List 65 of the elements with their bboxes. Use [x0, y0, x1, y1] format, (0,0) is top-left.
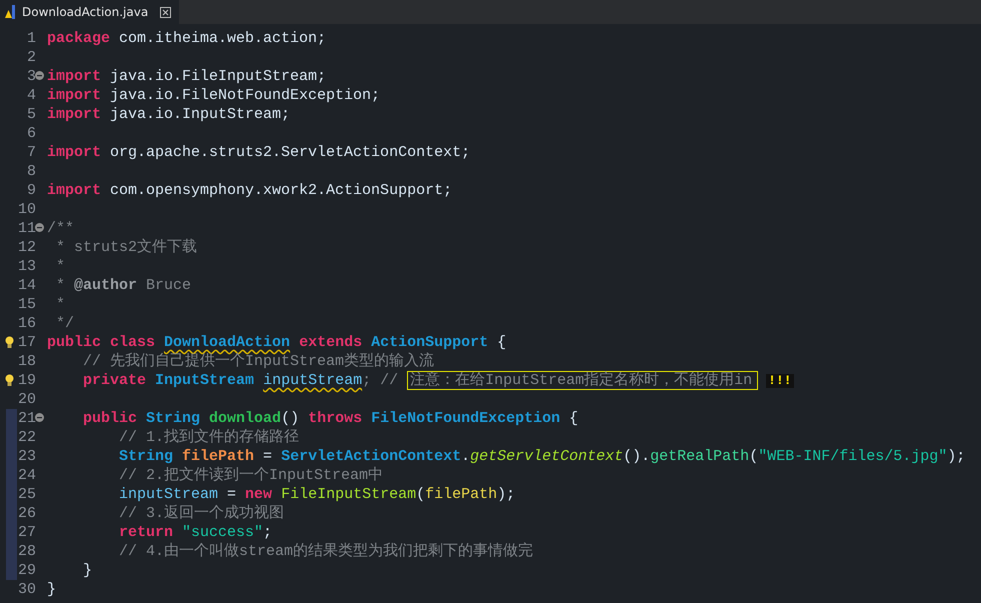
line-number: 26	[18, 504, 36, 523]
code-line: public String download() throws FileNotFoundException {	[82, 409, 578, 428]
warning-badge: !!!	[766, 374, 794, 388]
code-line: */	[55, 314, 74, 333]
line-number: 24	[18, 466, 36, 485]
code-line: }	[82, 561, 92, 580]
lightbulb-icon[interactable]	[5, 336, 14, 349]
line-number: 13	[18, 257, 36, 276]
line-number: 2	[26, 48, 36, 67]
lightbulb-icon[interactable]	[5, 374, 14, 387]
line-number: 9	[26, 181, 36, 200]
line-number: 11	[18, 219, 36, 238]
line-number: 1	[26, 29, 36, 48]
line-number: 14	[18, 276, 36, 295]
line-number: 16	[18, 314, 36, 333]
code-line: // 3.返回一个成功视图	[118, 504, 284, 523]
line-number: 23	[18, 447, 36, 466]
collapse-icon[interactable]	[35, 223, 44, 232]
code-line: private InputStream inputStream; //	[82, 371, 400, 390]
code-line: }	[47, 580, 56, 599]
code-line: // 2.把文件读到一个InputStream中	[118, 466, 384, 485]
line-number: 7	[26, 143, 36, 162]
editor-tab[interactable]: DownloadAction.java	[0, 0, 180, 24]
line-number: 21	[18, 409, 36, 428]
code-line: import java.io.FileNotFoundException;	[47, 86, 380, 105]
code-line: // 1.找到文件的存储路径	[118, 428, 300, 447]
code-line: import org.apache.struts2.ServletActionContext;	[47, 143, 470, 162]
line-number: 6	[26, 124, 36, 143]
code-line: public class DownloadAction extends ActionSupport {	[47, 333, 506, 352]
code-line: return "success";	[118, 523, 272, 542]
code-line: // 先我们自己提供一个InputStream类型的输入流	[82, 352, 434, 371]
code-line: *	[55, 257, 66, 276]
code-line: import com.opensymphony.xwork2.ActionSupport;	[47, 181, 452, 200]
java-file-icon	[4, 5, 16, 19]
collapse-icon[interactable]	[35, 413, 44, 422]
close-icon[interactable]	[160, 6, 172, 18]
code-line: import java.io.FileInputStream;	[47, 67, 326, 86]
line-number: 5	[26, 105, 36, 124]
code-line: * struts2文件下载	[55, 238, 198, 257]
code-line: /**	[47, 219, 74, 238]
line-number: 15	[18, 295, 36, 314]
line-number: 20	[18, 390, 36, 409]
code-line: package com.itheima.web.action;	[47, 29, 326, 48]
line-number: 18	[18, 352, 36, 371]
line-number: 25	[18, 485, 36, 504]
line-number: 30	[18, 580, 36, 599]
comment-highlight: 注意：在给InputStream指定名称时，不能使用in	[407, 371, 758, 390]
line-number: 8	[26, 162, 36, 181]
code-line: import java.io.InputStream;	[47, 105, 290, 124]
line-number: 29	[18, 561, 36, 580]
code-line: * @author Bruce	[55, 276, 192, 295]
line-number: 27	[18, 523, 36, 542]
code-line: // 4.由一个叫做stream的结果类型为我们把剩下的事情做完	[118, 542, 534, 561]
collapse-icon[interactable]	[35, 71, 44, 80]
line-number: 10	[18, 200, 36, 219]
line-number: 19	[18, 371, 36, 390]
code-line: inputStream = new FileInputStream(filePath);	[118, 485, 516, 504]
line-number: 17	[18, 333, 36, 352]
code-line: String filePath = ServletActionContext.getServletContext().getRealPath("WEB-INF/files/5.jpg");	[118, 447, 966, 466]
line-number: 28	[18, 542, 36, 561]
line-number: 22	[18, 428, 36, 447]
code-line: *	[55, 295, 66, 314]
line-number: 12	[18, 238, 36, 257]
line-number: 3	[26, 67, 36, 86]
line-number: 4	[26, 86, 36, 105]
